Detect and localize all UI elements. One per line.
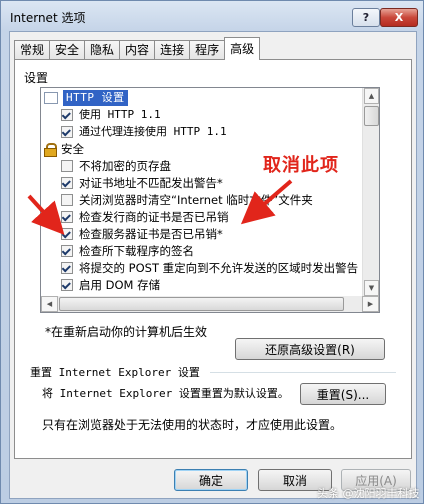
watermark: 头条 @沈阳羽丰科技 xyxy=(317,487,420,500)
tab-advanced[interactable]: 高级 xyxy=(224,37,261,60)
arrow-right-icon xyxy=(240,179,293,225)
arrow-left-icon xyxy=(27,194,65,235)
annotation-arrows xyxy=(27,179,293,235)
internet-options-window: Internet 选项 ? X 常规 安全 隐私 内容 连接 程序 高级 设置 … xyxy=(0,0,424,504)
